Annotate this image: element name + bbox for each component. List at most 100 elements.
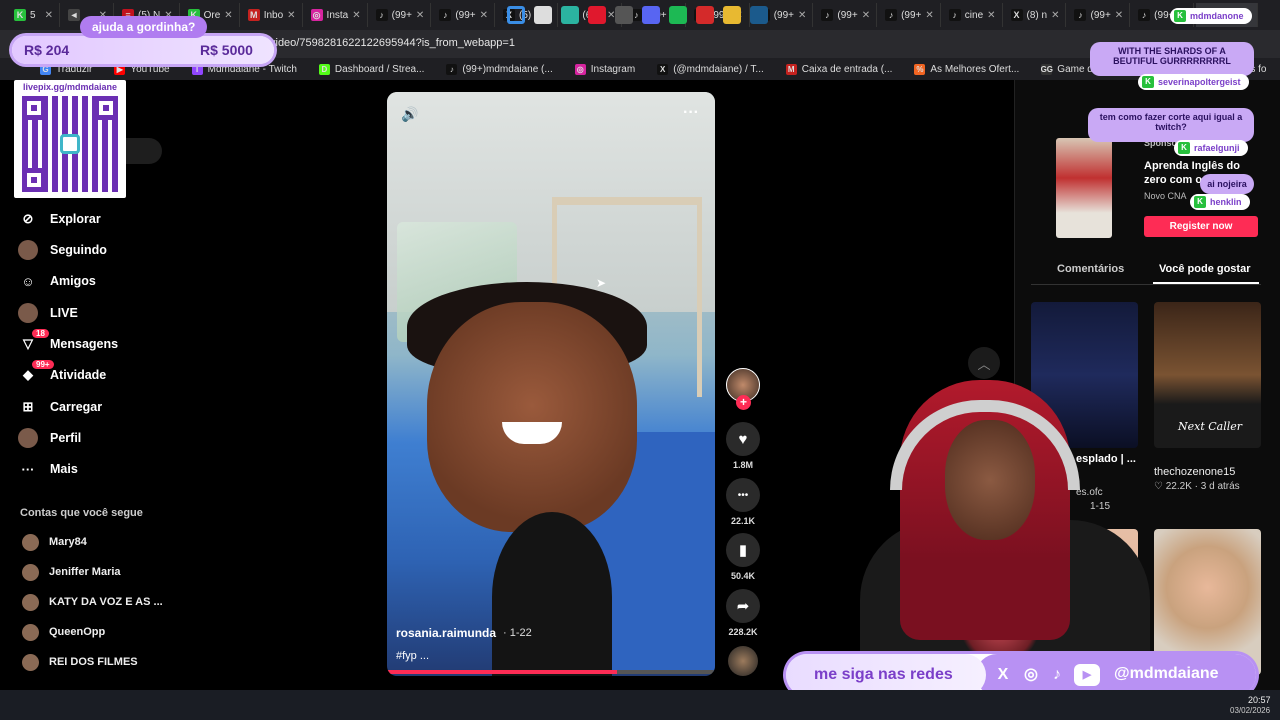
following-account-name: Mary84: [49, 536, 87, 548]
save-icon[interactable]: ▮: [726, 533, 760, 567]
donation-goal-widget: R$ 204 R$ 5000: [12, 36, 274, 64]
browser-tab[interactable]: ♪ cine ✕: [943, 3, 1003, 27]
following-account[interactable]: Jeniffer Maria: [22, 563, 121, 581]
following-account[interactable]: Mary84: [22, 533, 87, 551]
tab-close-icon[interactable]: ✕: [1051, 10, 1059, 21]
tab-label: (99+: [391, 9, 412, 21]
obs-icon[interactable]: [615, 6, 633, 24]
windows-start-icon[interactable]: [507, 6, 525, 24]
music-disc-icon[interactable]: [728, 646, 758, 676]
comment-icon[interactable]: •••: [726, 478, 760, 512]
tab-close-icon[interactable]: ✕: [987, 10, 995, 21]
following-account[interactable]: KATY DA VOZ E AS ...: [22, 593, 163, 611]
scroll-up-button[interactable]: ︿: [968, 347, 1000, 379]
browser-tab[interactable]: ◎ Insta ✕: [305, 3, 368, 27]
explorer-icon[interactable]: [723, 6, 741, 24]
sidebar-item-label: Atividade: [50, 368, 107, 382]
volume-icon[interactable]: 🔊: [401, 106, 418, 123]
browser-tab[interactable]: ♪(99+✕: [879, 3, 941, 27]
sidebar-item-seguindo[interactable]: ◉ Seguindo: [18, 239, 107, 261]
following-account[interactable]: QueenOpp: [22, 623, 105, 641]
sidebar-item-explorar[interactable]: ⊘ Explorar: [18, 208, 101, 230]
video-username[interactable]: rosania.raimunda: [396, 626, 496, 640]
share-icon[interactable]: ➦: [726, 589, 760, 623]
instagram-icon: ◎: [1024, 666, 1038, 683]
browser-tab[interactable]: K 5 ✕: [8, 3, 60, 27]
like-action[interactable]: ♥ 1.8M: [726, 422, 760, 470]
tab-close-icon[interactable]: ✕: [480, 10, 488, 21]
clock-date[interactable]: 03/02/2026: [1230, 706, 1270, 715]
bookmark-item[interactable]: M Caixa de entrada (...: [785, 63, 892, 75]
tab-close-icon[interactable]: ✕: [224, 10, 232, 21]
bookmark-item[interactable]: D Dashboard / Strea...: [318, 63, 425, 75]
tab-close-icon[interactable]: ✕: [416, 10, 424, 21]
tab-close-icon[interactable]: ✕: [45, 10, 53, 21]
video-progress-bar[interactable]: [387, 670, 715, 674]
clock-time[interactable]: 20:57: [1248, 695, 1271, 705]
tab-close-icon[interactable]: ✕: [287, 10, 295, 21]
sidebar-item-live[interactable]: ● LIVE: [18, 302, 78, 324]
tab-close-icon[interactable]: ✕: [798, 10, 806, 21]
search-input[interactable]: [126, 138, 162, 164]
ad-register-button[interactable]: Register now: [1144, 216, 1258, 237]
bookmark-favicon-icon: ◎: [574, 63, 586, 75]
tab-close-icon[interactable]: ✕: [1115, 10, 1123, 21]
tab-you-may-like[interactable]: Você pode gostar: [1159, 263, 1250, 275]
opera-icon[interactable]: [588, 6, 606, 24]
tab-label: Inbo: [263, 9, 284, 21]
sidebar-item-amigos[interactable]: ☺ Amigos: [18, 270, 95, 292]
tab-favicon-icon: ♪: [375, 9, 388, 21]
steam-icon[interactable]: [750, 6, 768, 24]
bookmark-item[interactable]: X (@mdmdaiane) / T...: [657, 63, 764, 75]
sidebar-item-mais[interactable]: ··· Mais: [18, 458, 78, 480]
browser-tab[interactable]: ♪(99+✕: [815, 3, 878, 27]
bookmark-label: (@mdmdaiane) / T...: [673, 63, 764, 75]
tab-favicon-icon: ♪: [821, 9, 834, 21]
video-caption[interactable]: #fyp ...: [396, 650, 429, 662]
bookmark-item[interactable]: % As Melhores Ofert...: [914, 63, 1019, 75]
sidebar-item-atividade[interactable]: ◆ 99+ Atividade: [18, 360, 107, 386]
tab-close-icon[interactable]: ✕: [352, 10, 360, 21]
like-icon[interactable]: ♥: [726, 422, 760, 456]
discord-icon[interactable]: [642, 6, 660, 24]
bookmark-favicon-icon: D: [318, 63, 330, 75]
tab-close-icon[interactable]: ✕: [862, 10, 870, 21]
comment-action[interactable]: ••• 22.1K: [726, 478, 760, 526]
tab-close-icon[interactable]: ✕: [925, 10, 933, 21]
browser-tab[interactable]: ♪(99+✕: [1068, 3, 1131, 27]
share-action[interactable]: ➦ 228.2K: [726, 589, 760, 637]
bookmark-item[interactable]: ♪ (99+)mdmdaiane (...: [446, 63, 553, 75]
save-action[interactable]: ▮ 50.4K: [726, 533, 760, 581]
ad-advertiser: Novo CNA: [1144, 191, 1187, 201]
url-text[interactable]: video/7598281622122695944?is_from_webapp…: [270, 37, 515, 49]
bookmark-label: Mdmdaiane - Twitch: [207, 63, 297, 75]
browser-tab[interactable]: ♪(99+ ✕: [370, 3, 432, 27]
tab-comments[interactable]: Comentários: [1057, 263, 1124, 275]
bookmark-item[interactable]: ◎ Instagram: [574, 63, 635, 75]
sidebar-item-mensagens[interactable]: ▽ 18 Mensagens: [18, 329, 118, 355]
browser-tab[interactable]: M Inbo ✕: [242, 3, 303, 27]
more-options-icon[interactable]: ···: [683, 104, 699, 122]
bookmark-label: Dashboard / Strea...: [334, 63, 425, 75]
sidebar-item-label: Perfil: [50, 431, 82, 445]
suggested-video-user[interactable]: thechozenone15: [1154, 466, 1235, 478]
voicemod-icon[interactable]: [696, 6, 714, 24]
like-count: 1.8M: [732, 460, 753, 470]
following-section-title: Contas que você segue: [20, 507, 143, 519]
follow-plus-icon[interactable]: +: [736, 395, 751, 410]
bookmark-item[interactable]: ▶ YouTube: [114, 63, 170, 75]
edge-icon[interactable]: [561, 6, 579, 24]
following-account[interactable]: REI DOS FILMES: [22, 653, 138, 671]
bookmark-item[interactable]: G Traduzir: [40, 63, 92, 75]
save-count: 50.4K: [730, 571, 756, 581]
chat-username: severinapoltergeist: [1138, 74, 1249, 90]
browser-tab[interactable]: X (8) n ✕: [1005, 3, 1067, 27]
task-view-icon[interactable]: [534, 6, 552, 24]
ad-thumbnail[interactable]: [1056, 138, 1112, 238]
browser-tab[interactable]: ♪(99+✕: [433, 3, 495, 27]
video-player[interactable]: 🔊 ··· rosania.raimunda · 1-22 #fyp ...: [387, 92, 715, 676]
bookmark-item[interactable]: T Mdmdaiane - Twitch: [191, 63, 297, 75]
sidebar-item-carregar[interactable]: ⊞ Carregar: [18, 396, 103, 418]
spotify-icon[interactable]: [669, 6, 687, 24]
sidebar-item-perfil[interactable]: ● Perfil: [18, 427, 81, 449]
